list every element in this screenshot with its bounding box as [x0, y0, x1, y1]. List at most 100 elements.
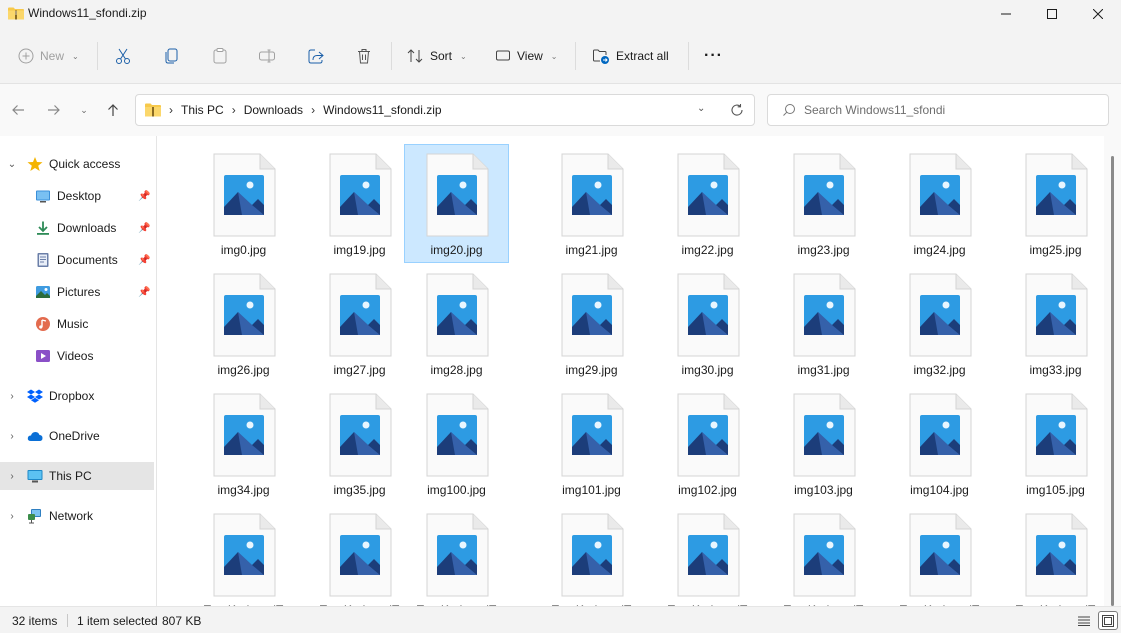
paste-button[interactable]: [211, 40, 229, 72]
file-item[interactable]: img27.jpg: [307, 264, 412, 383]
file-item[interactable]: img105.jpg: [1003, 384, 1104, 503]
sidebar-item-quick-access[interactable]: ⌄ Quick access: [0, 150, 154, 178]
details-view-button[interactable]: [1074, 611, 1094, 630]
image-file-icon: [329, 273, 392, 357]
file-item[interactable]: img26.jpg: [191, 264, 296, 383]
pin-icon: 📌: [138, 222, 151, 234]
image-file-icon: [561, 513, 624, 597]
sidebar-item-onedrive[interactable]: › OneDrive: [0, 422, 154, 450]
file-item[interactable]: img102.jpg: [655, 384, 760, 503]
new-label: New: [40, 49, 65, 63]
file-item[interactable]: img25.jpg: [1003, 144, 1104, 263]
copy-button[interactable]: [163, 40, 181, 72]
search-input[interactable]: [804, 103, 1094, 117]
cut-button[interactable]: [114, 40, 132, 72]
chevron-right-icon[interactable]: ›: [6, 471, 18, 482]
chevron-right-icon[interactable]: ›: [6, 391, 18, 402]
file-item[interactable]: img101.jpg: [539, 384, 644, 503]
file-item[interactable]: TrueKarbonalT: [191, 504, 296, 606]
command-bar: New ⌄ Sort ⌄ View ⌄ Extract all ···: [0, 28, 1121, 84]
sidebar-item-label: Quick access: [49, 157, 121, 171]
rename-button[interactable]: [258, 40, 276, 72]
sidebar-item-documents[interactable]: Documents 📌: [0, 246, 154, 274]
view-label: View: [517, 49, 543, 63]
close-button[interactable]: [1075, 0, 1121, 28]
file-name: img33.jpg: [1029, 363, 1082, 377]
file-item[interactable]: TrueKarbonalT: [1003, 504, 1104, 606]
file-item[interactable]: TrueKarbonalT: [771, 504, 876, 606]
file-item[interactable]: TrueKarbonalT: [404, 504, 509, 606]
file-item[interactable]: TrueKarbonalT: [539, 504, 644, 606]
documents-icon: [37, 253, 49, 267]
recent-locations-button[interactable]: ⌄: [72, 98, 96, 122]
file-item[interactable]: img22.jpg: [655, 144, 760, 263]
network-icon: [28, 509, 41, 524]
view-button[interactable]: View ⌄: [495, 40, 558, 72]
this-pc-icon: [27, 470, 43, 483]
search-box[interactable]: [767, 94, 1109, 126]
extract-all-button[interactable]: Extract all: [592, 40, 669, 72]
sidebar-item-dropbox[interactable]: › Dropbox: [0, 382, 154, 410]
close-icon: [1093, 9, 1103, 19]
file-item[interactable]: img30.jpg: [655, 264, 760, 383]
file-item[interactable]: img31.jpg: [771, 264, 876, 383]
forward-button[interactable]: [42, 98, 66, 122]
sidebar-item-music[interactable]: Music: [0, 310, 154, 338]
address-bar[interactable]: › This PC › Downloads › Windows11_sfondi…: [135, 94, 755, 126]
file-item[interactable]: img28.jpg: [404, 264, 509, 383]
file-item[interactable]: img21.jpg: [539, 144, 644, 263]
file-item[interactable]: TrueKarbonalT: [655, 504, 760, 606]
maximize-button[interactable]: [1029, 0, 1075, 28]
breadcrumb-this-pc[interactable]: This PC: [181, 103, 224, 117]
up-button[interactable]: [101, 98, 125, 122]
more-options-button[interactable]: ···: [704, 40, 723, 72]
file-item[interactable]: img23.jpg: [771, 144, 876, 263]
file-item[interactable]: img104.jpg: [887, 384, 992, 503]
file-item[interactable]: img33.jpg: [1003, 264, 1104, 383]
sidebar-item-this-pc[interactable]: › This PC: [0, 462, 154, 490]
chevron-right-icon[interactable]: ›: [6, 431, 18, 442]
scrollbar-thumb[interactable]: [1111, 156, 1114, 606]
file-item[interactable]: img35.jpg: [307, 384, 412, 503]
sidebar-item-network[interactable]: › Network: [0, 502, 154, 530]
sort-button[interactable]: Sort ⌄: [406, 40, 467, 72]
file-item[interactable]: img20.jpg: [404, 144, 509, 263]
breadcrumb-downloads[interactable]: Downloads: [244, 103, 303, 117]
share-button[interactable]: [307, 40, 325, 72]
file-name: img26.jpg: [217, 363, 270, 377]
file-item[interactable]: img32.jpg: [887, 264, 992, 383]
breadcrumb-zip[interactable]: Windows11_sfondi.zip: [323, 103, 442, 117]
vertical-scrollbar[interactable]: [1104, 136, 1121, 606]
image-file-icon: [213, 513, 276, 597]
extract-all-label: Extract all: [616, 49, 669, 63]
minimize-button[interactable]: [983, 0, 1029, 28]
file-item[interactable]: img24.jpg: [887, 144, 992, 263]
sidebar-item-downloads[interactable]: Downloads 📌: [0, 214, 154, 242]
trash-icon: [358, 49, 370, 64]
file-item[interactable]: TrueKarbonalT: [887, 504, 992, 606]
delete-button[interactable]: [355, 40, 373, 72]
sidebar-item-pictures[interactable]: Pictures 📌: [0, 278, 154, 306]
sidebar-item-desktop[interactable]: Desktop 📌: [0, 182, 154, 210]
image-file-icon: [677, 153, 740, 237]
address-dropdown-icon[interactable]: ⌄: [697, 103, 705, 114]
file-item[interactable]: img29.jpg: [539, 264, 644, 383]
navigation-pane: ⌄ Quick access Desktop 📌 Downloads 📌 Doc…: [0, 136, 157, 606]
file-item[interactable]: img0.jpg: [191, 144, 296, 263]
chevron-down-icon[interactable]: ⌄: [6, 159, 18, 170]
sidebar-item-videos[interactable]: Videos: [0, 342, 154, 370]
file-item[interactable]: TrueKarbonalT: [307, 504, 412, 606]
file-item[interactable]: img34.jpg: [191, 384, 296, 503]
large-icons-view-button[interactable]: [1098, 611, 1118, 630]
file-item[interactable]: img100.jpg: [404, 384, 509, 503]
view-icon: [496, 50, 510, 61]
chevron-right-icon[interactable]: ›: [6, 511, 18, 522]
file-item[interactable]: img103.jpg: [771, 384, 876, 503]
refresh-icon[interactable]: [730, 103, 744, 117]
file-name: img30.jpg: [681, 363, 734, 377]
back-button[interactable]: [6, 98, 30, 122]
file-name: img102.jpg: [678, 483, 737, 497]
dropbox-icon: [27, 389, 43, 403]
new-button[interactable]: New ⌄: [18, 40, 79, 72]
file-item[interactable]: img19.jpg: [307, 144, 412, 263]
